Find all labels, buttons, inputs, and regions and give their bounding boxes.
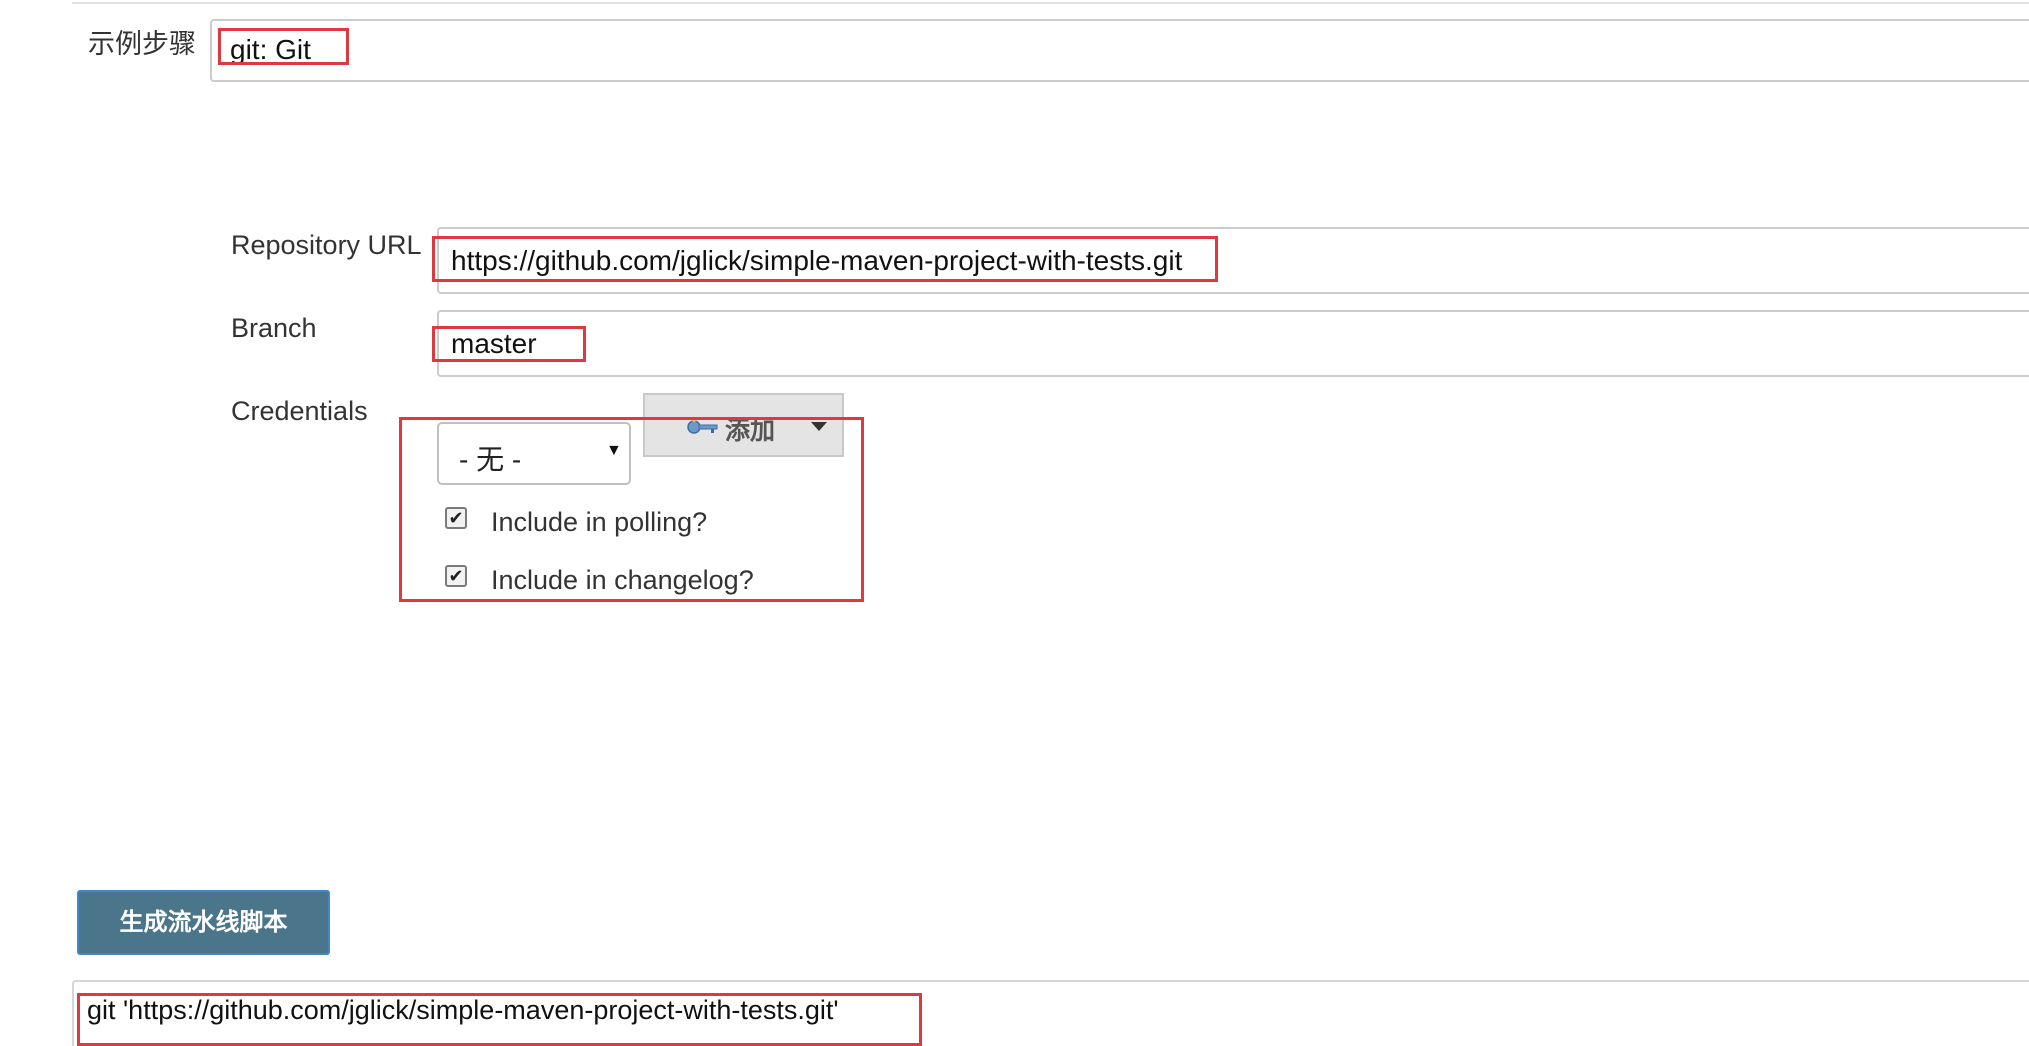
generated-script-text: git 'https://github.com/jglick/simple-ma… xyxy=(87,995,839,1025)
credentials-selected-value: - 无 - xyxy=(459,444,522,475)
sample-step-label: 示例步骤 xyxy=(88,29,196,59)
generate-pipeline-script-button[interactable]: 生成流水线脚本 xyxy=(77,890,330,955)
snippet-generator-page: 示例步骤 git: Git Repository URL https://git… xyxy=(0,0,2029,1046)
credentials-select[interactable]: - 无 - ▼ xyxy=(437,422,631,485)
dropdown-arrow-icon: ▼ xyxy=(606,442,622,459)
sample-step-select[interactable] xyxy=(210,19,2029,82)
sample-step-value: git: Git xyxy=(230,34,311,65)
include-in-polling-label: Include in polling? xyxy=(491,507,708,537)
credentials-label: Credentials xyxy=(231,396,368,426)
key-icon xyxy=(687,418,718,434)
add-credentials-label: 添加 xyxy=(725,417,776,445)
branch-value: master xyxy=(451,328,537,359)
include-in-polling-checkbox[interactable]: ✔ xyxy=(445,507,467,529)
branch-input[interactable] xyxy=(437,310,2029,377)
include-in-changelog-checkbox[interactable]: ✔ xyxy=(445,565,467,587)
branch-label: Branch xyxy=(231,313,317,343)
add-credentials-button[interactable]: 添加 xyxy=(643,393,844,457)
top-divider xyxy=(72,2,2029,4)
include-in-changelog-label: Include in changelog? xyxy=(491,565,754,595)
chevron-down-icon xyxy=(811,422,827,431)
repository-url-value: https://github.com/jglick/simple-maven-p… xyxy=(451,245,1183,276)
repository-url-label: Repository URL xyxy=(231,230,422,260)
